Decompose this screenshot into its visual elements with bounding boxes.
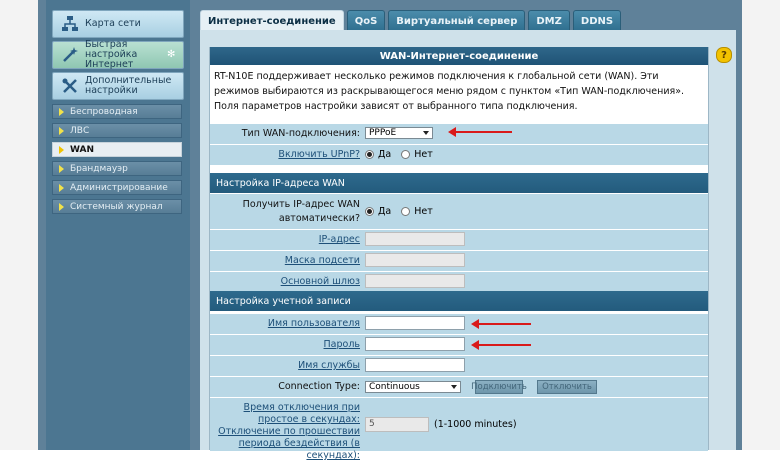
- annotation-arrow: [448, 127, 512, 137]
- account-section-header: Настройка учетной записи: [210, 291, 708, 311]
- service-name-row: Имя службы: [210, 355, 708, 376]
- sidebar-item-lan[interactable]: ЛВС: [52, 123, 182, 138]
- sidebar-item-label: ЛВС: [70, 125, 90, 136]
- sidebar-item-syslog[interactable]: Системный журнал: [52, 199, 182, 214]
- sidebar-item-firewall[interactable]: Брандмауэр: [52, 161, 182, 176]
- password-input[interactable]: [365, 337, 465, 351]
- tab-ddns[interactable]: DDNS: [572, 10, 622, 31]
- annotation-arrow: [471, 319, 531, 329]
- connection-type-select[interactable]: Continuous: [365, 381, 461, 393]
- advanced-settings-button[interactable]: Дополнительные настройки: [52, 72, 184, 100]
- wizard-wand-icon: [59, 45, 81, 65]
- idle-timeout-row: Время отключения при простое в секундах:…: [210, 397, 708, 461]
- arrow-right-icon: [59, 202, 64, 211]
- arrow-right-icon: [59, 164, 64, 173]
- subnet-mask-input[interactable]: [365, 253, 465, 267]
- idle-timeout-input[interactable]: 5: [365, 417, 429, 432]
- sidebar-item-admin[interactable]: Администрирование: [52, 180, 182, 195]
- connection-type-label: Connection Type:: [278, 381, 360, 392]
- tools-icon: [59, 76, 81, 96]
- auto-ip-yes-label: Да: [378, 206, 392, 217]
- ip-address-row: IP-адрес: [210, 229, 708, 250]
- network-map-icon: [59, 14, 81, 34]
- auto-ip-row: Получить IP-адрес WAN автоматически? Да …: [210, 193, 708, 230]
- service-name-label[interactable]: Имя службы: [210, 360, 360, 371]
- password-label[interactable]: Пароль: [210, 339, 360, 350]
- upnp-yes-radio[interactable]: [365, 150, 374, 159]
- arrow-right-icon: [59, 107, 64, 116]
- arrow-right-icon: [59, 183, 64, 192]
- arrow-right-icon: [59, 145, 64, 154]
- sidebar-item-label: WAN: [70, 144, 95, 155]
- auto-ip-no-label: Нет: [414, 206, 433, 217]
- gateway-row: Основной шлюз: [210, 271, 708, 292]
- wan-type-label: Тип WAN-подключения:: [241, 128, 360, 139]
- tab-qos[interactable]: QoS: [346, 10, 386, 31]
- upnp-row: Включить UPnP? Да Нет: [210, 144, 708, 165]
- sidebar-item-label: Брандмауэр: [70, 163, 128, 174]
- tab-virtual-server[interactable]: Виртуальный сервер: [388, 10, 526, 31]
- username-input[interactable]: [365, 316, 465, 330]
- right-gutter: [742, 0, 780, 450]
- connection-type-row: Connection Type: Continuous Подключить О…: [210, 376, 708, 397]
- username-label[interactable]: Имя пользователя: [210, 318, 360, 329]
- idle-timeout-label[interactable]: Время отключения при простое в секундах:…: [210, 402, 360, 462]
- spacer: [210, 165, 708, 173]
- chevron-down-icon: [451, 385, 457, 389]
- subnet-mask-label[interactable]: Маска подсети: [210, 255, 360, 266]
- gateway-input[interactable]: [365, 274, 465, 288]
- auto-ip-yes-radio[interactable]: [365, 207, 374, 216]
- network-map-button[interactable]: Карта сети: [52, 10, 184, 38]
- sidebar: Карта сети Быстрая настройка Интернет ✻ …: [46, 0, 190, 450]
- auto-ip-label: Получить IP-адрес WAN автоматически?: [242, 199, 360, 224]
- upnp-label[interactable]: Включить UPnP?: [210, 149, 360, 160]
- sidebar-item-label: Администрирование: [70, 182, 168, 193]
- sparkle-icon: ✻: [167, 49, 176, 60]
- upnp-no-radio[interactable]: [401, 150, 411, 159]
- ip-section-header: Настройка IP-адреса WAN: [210, 173, 708, 193]
- arrow-right-icon: [59, 126, 64, 135]
- annotation-arrow: [471, 340, 531, 350]
- advanced-settings-label: Дополнительные настройки: [85, 75, 172, 96]
- wan-type-row: Тип WAN-подключения: PPPoE: [210, 123, 708, 144]
- chevron-down-icon: [423, 131, 429, 135]
- upnp-no-label: Нет: [414, 149, 433, 160]
- connection-type-value: Continuous: [369, 382, 420, 392]
- sidebar-item-wan[interactable]: WAN: [52, 142, 182, 157]
- username-row: Имя пользователя: [210, 313, 708, 334]
- connect-button[interactable]: Подключить: [471, 380, 527, 394]
- subnet-mask-row: Маска подсети: [210, 250, 708, 271]
- password-row: Пароль: [210, 334, 708, 355]
- tab-internet-connection[interactable]: Интернет-соединение: [200, 10, 344, 31]
- auto-ip-no-radio[interactable]: [401, 207, 411, 216]
- help-icon[interactable]: ?: [716, 47, 732, 63]
- content-area: WAN-Интернет-соединение RT-N10E поддержи…: [209, 47, 709, 461]
- service-name-input[interactable]: [365, 358, 465, 372]
- quick-setup-button[interactable]: Быстрая настройка Интернет ✻: [52, 39, 184, 70]
- left-gutter: [0, 0, 38, 450]
- upnp-yes-label: Да: [378, 149, 392, 160]
- wan-type-select[interactable]: PPPoE: [365, 127, 433, 139]
- idle-timeout-hint: (1-1000 minutes): [434, 419, 517, 430]
- sidebar-item-label: Беспроводная: [70, 106, 138, 117]
- quick-setup-label: Быстрая настройка Интернет: [85, 39, 138, 70]
- intro-text: RT-N10E поддерживает несколько режимов п…: [214, 71, 685, 112]
- network-map-label: Карта сети: [85, 18, 141, 29]
- sidebar-item-wireless[interactable]: Беспроводная: [52, 104, 182, 119]
- ip-address-label[interactable]: IP-адрес: [210, 234, 360, 245]
- ip-address-input[interactable]: [365, 232, 465, 246]
- wan-type-value: PPPoE: [369, 128, 397, 138]
- tab-dmz[interactable]: DMZ: [528, 10, 570, 31]
- disconnect-button[interactable]: Отключить: [537, 380, 597, 394]
- gateway-label[interactable]: Основной шлюз: [210, 276, 360, 287]
- page-title: WAN-Интернет-соединение: [210, 47, 708, 65]
- sidebar-item-label: Системный журнал: [70, 201, 163, 212]
- tab-bar: Интернет-соединение QoS Виртуальный серв…: [200, 10, 622, 31]
